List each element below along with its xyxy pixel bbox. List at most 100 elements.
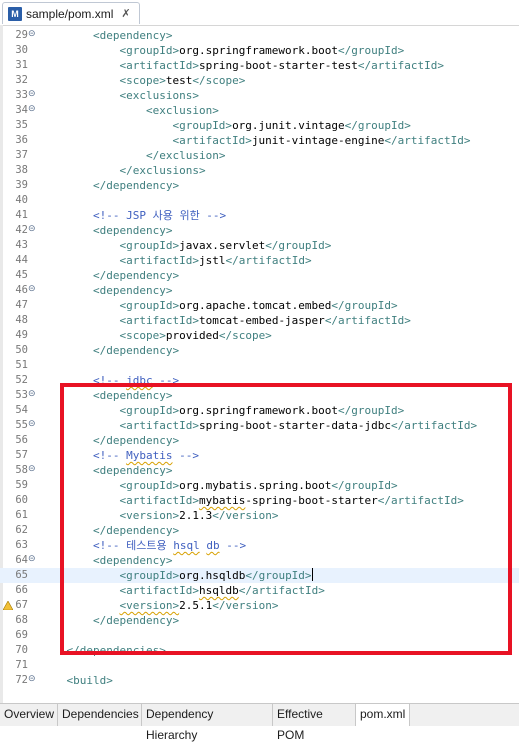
code-text: <build> [40, 673, 113, 688]
code-text: <exclusion> [40, 103, 219, 118]
tab-title: sample/pom.xml [26, 6, 114, 21]
xml-tag: <groupId> [172, 119, 233, 132]
line-number: 66 [15, 584, 28, 596]
code-line[interactable]: 30 <groupId>org.springframework.boot</gr… [0, 43, 519, 58]
code-line[interactable]: 72 ⊝ <build> [0, 673, 519, 688]
code-line[interactable]: 43 <groupId>javax.servlet</groupId> [0, 238, 519, 253]
line-number: 65 [15, 569, 28, 581]
xml-text: jstl [198, 254, 226, 267]
xml-comment: <!-- JSP 사용 위한 --> [92, 209, 227, 222]
line-number: 31 [15, 59, 28, 71]
line-number: 49 [15, 329, 28, 341]
line-number: 56 [15, 434, 28, 446]
line-number: 47 [15, 299, 28, 311]
code-line[interactable]: 42 ⊝ <dependency> [0, 223, 519, 238]
tab-effective-pom[interactable]: Effective POM [273, 704, 356, 742]
fold-collapse-icon[interactable]: ⊝ [28, 465, 37, 474]
fold-collapse-icon[interactable]: ⊝ [28, 555, 37, 564]
code-line[interactable]: 45 </dependency> [0, 268, 519, 283]
code-line[interactable]: 37 </exclusion> [0, 148, 519, 163]
code-text: <artifactId>jstl</artifactId> [40, 253, 312, 268]
fold-collapse-icon[interactable]: ⊝ [28, 225, 37, 234]
line-number: 59 [15, 479, 28, 491]
line-number: 64 [15, 554, 28, 566]
xml-tag: </groupId> [344, 119, 411, 132]
xml-tag: <groupId> [119, 239, 180, 252]
code-text: <groupId>javax.servlet</groupId> [40, 238, 331, 253]
line-number: 39 [15, 179, 28, 191]
code-text: <groupId>org.junit.vintage</groupId> [40, 118, 411, 133]
code-text: <scope>test</scope> [40, 73, 245, 88]
code-text: </dependency> [40, 268, 179, 283]
xml-tag: </dependency> [92, 344, 180, 357]
tab-dependencies[interactable]: Dependencies [58, 704, 142, 726]
xml-text: provided [165, 329, 219, 342]
xml-tag: <exclusions> [119, 89, 199, 102]
code-line[interactable]: 40 [0, 193, 519, 208]
xml-tag: <dependency> [92, 29, 173, 42]
code-line[interactable]: 41 <!-- JSP 사용 위한 --> [0, 208, 519, 223]
code-line[interactable]: 38 </exclusions> [0, 163, 519, 178]
xml-tag: <scope> [119, 74, 166, 87]
tab-pom-xml[interactable]: pom.xml [356, 704, 410, 726]
code-line[interactable]: 49 <scope>provided</scope> [0, 328, 519, 343]
xml-tag: </artifactId> [225, 254, 312, 267]
tab-pom-xml[interactable]: M sample/pom.xml ✗ [2, 2, 140, 24]
xml-text: test [165, 74, 193, 87]
line-number: 69 [15, 629, 28, 641]
code-text: <groupId>org.springframework.boot</group… [40, 43, 404, 58]
code-line[interactable]: 35 <groupId>org.junit.vintage</groupId> [0, 118, 519, 133]
code-line[interactable]: 48 <artifactId>tomcat-embed-jasper</arti… [0, 313, 519, 328]
code-editor[interactable]: 29 ⊝ <dependency> 30 <groupId>org.springfr… [0, 25, 519, 703]
fold-collapse-icon[interactable]: ⊝ [28, 30, 37, 39]
xml-tag: <scope> [119, 329, 166, 342]
line-number: 41 [15, 209, 28, 221]
code-line[interactable]: 36 <artifactId>junit-vintage-engine</art… [0, 133, 519, 148]
xml-tag: <artifactId> [119, 314, 199, 327]
line-number: 38 [15, 164, 28, 176]
code-line[interactable]: 32 <scope>test</scope> [0, 73, 519, 88]
fold-collapse-icon[interactable]: ⊝ [28, 285, 37, 294]
xml-tag: </dependency> [92, 269, 180, 282]
line-number: 60 [15, 494, 28, 506]
xml-text: org.apache.tomcat.embed [179, 299, 332, 312]
line-number: 70 [15, 644, 28, 656]
code-line[interactable]: 44 <artifactId>jstl</artifactId> [0, 253, 519, 268]
tab-dependency-hierarchy[interactable]: Dependency Hierarchy [142, 704, 273, 742]
code-text: </dependency> [40, 178, 179, 193]
code-line[interactable]: 50 </dependency> [0, 343, 519, 358]
xml-tag: </groupId> [331, 299, 398, 312]
fold-collapse-icon[interactable]: ⊝ [28, 675, 37, 684]
code-text: <!-- JSP 사용 위한 --> [40, 208, 226, 223]
code-text: <exclusions> [40, 88, 199, 103]
code-line[interactable]: 46 ⊝ <dependency> [0, 283, 519, 298]
fold-collapse-icon[interactable]: ⊝ [28, 390, 37, 399]
code-line[interactable]: 34 ⊝ <exclusion> [0, 103, 519, 118]
xml-tag: <groupId> [119, 44, 180, 57]
fold-collapse-icon[interactable]: ⊝ [28, 90, 37, 99]
fold-collapse-icon[interactable]: ⊝ [28, 420, 37, 429]
xml-text: junit-vintage-engine [251, 134, 385, 147]
line-number: 72 [15, 674, 28, 686]
xml-tag: </groupId> [338, 44, 405, 57]
tab-overview[interactable]: Overview [0, 704, 58, 726]
code-line[interactable]: 33 ⊝ <exclusions> [0, 88, 519, 103]
xml-tag: </artifactId> [357, 59, 445, 72]
code-line[interactable]: 39 </dependency> [0, 178, 519, 193]
line-number: 36 [15, 134, 28, 146]
code-line[interactable]: 47 <groupId>org.apache.tomcat.embed</gro… [0, 298, 519, 313]
xml-tag: </dependency> [92, 179, 180, 192]
close-icon[interactable]: ✗ [121, 7, 130, 20]
line-number: 32 [15, 74, 28, 86]
code-line[interactable]: 29 ⊝ <dependency> [0, 28, 519, 43]
line-number: 62 [15, 524, 28, 536]
line-number: 43 [15, 239, 28, 251]
code-line[interactable]: 51 [0, 358, 519, 373]
code-line[interactable]: 71 [0, 658, 519, 673]
fold-collapse-icon[interactable]: ⊝ [28, 105, 37, 114]
xml-text: javax.servlet [179, 239, 266, 252]
code-line[interactable]: 31 <artifactId>spring-boot-starter-test<… [0, 58, 519, 73]
line-number: 67 [15, 599, 28, 611]
line-number: 55 [15, 419, 28, 431]
pom-editor-tabs: Overview Dependencies Dependency Hierarchy… [0, 703, 519, 742]
